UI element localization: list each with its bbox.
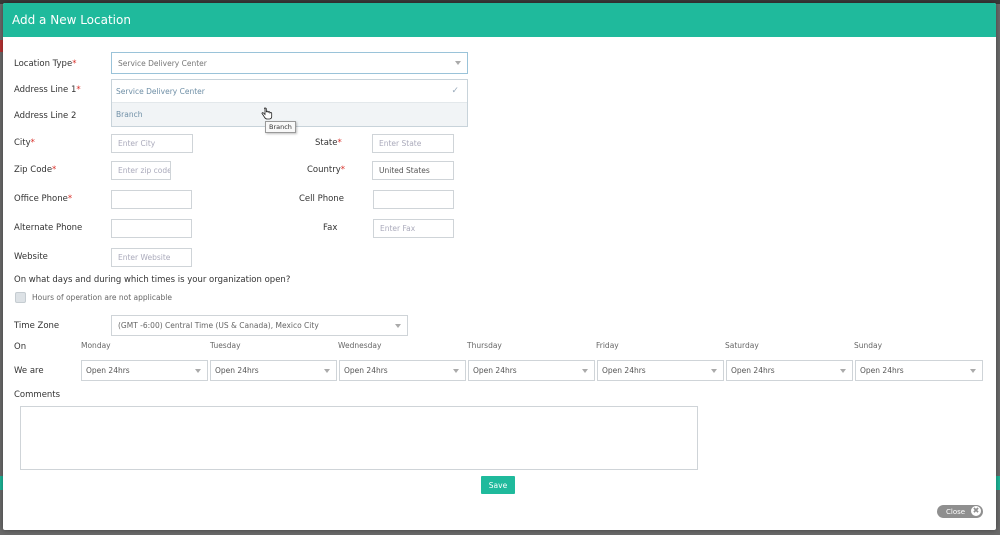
option-label: Service Delivery Center [116, 86, 205, 96]
close-icon: ✖ [971, 506, 981, 516]
hours-not-applicable-checkbox[interactable] [15, 292, 26, 303]
hours-value: Open 24hrs [473, 366, 517, 375]
zip-code-input[interactable]: Enter zip code [111, 161, 171, 180]
time-zone-select[interactable]: (GMT -6:00) Central Time (US & Canada), … [111, 315, 408, 336]
state-label: State* [315, 138, 342, 148]
hours-value: Open 24hrs [860, 366, 904, 375]
day-label-sunday: Sunday [854, 341, 883, 350]
hours-value: Open 24hrs [86, 366, 130, 375]
modal-header: Add a New Location [3, 3, 996, 37]
country-input[interactable]: United States [372, 161, 454, 180]
state-input[interactable]: Enter State [372, 134, 454, 153]
city-input[interactable]: Enter City [111, 134, 193, 153]
hours-value: Open 24hrs [731, 366, 775, 375]
hours-value: Open 24hrs [344, 366, 388, 375]
fax-label: Fax [323, 223, 338, 233]
alternate-phone-input[interactable] [111, 219, 192, 238]
hours-value: Open 24hrs [215, 366, 259, 375]
hours-question: On what days and during which times is y… [14, 275, 291, 285]
day-label-wednesday: Wednesday [338, 341, 382, 350]
location-type-label: Location Type* [14, 59, 77, 69]
close-label: Close [946, 507, 966, 516]
country-label: Country* [307, 165, 346, 175]
location-type-select[interactable]: Service Delivery Center [111, 52, 468, 74]
background-accent [996, 476, 1000, 490]
day-label-tuesday: Tuesday [210, 341, 241, 350]
hours-value: Open 24hrs [602, 366, 646, 375]
city-label: City* [14, 138, 35, 148]
modal-title: Add a New Location [12, 13, 131, 27]
check-icon: ✓ [451, 86, 459, 96]
hours-select-thursday[interactable]: Open 24hrs [468, 360, 595, 381]
hours-select-friday[interactable]: Open 24hrs [597, 360, 724, 381]
save-button[interactable]: Save [481, 476, 515, 494]
day-label-saturday: Saturday [725, 341, 759, 350]
chevron-down-icon [395, 323, 401, 328]
time-zone-value: (GMT -6:00) Central Time (US & Canada), … [118, 321, 319, 330]
cell-phone-input[interactable] [373, 190, 454, 209]
hours-select-sunday[interactable]: Open 24hrs [855, 360, 983, 381]
office-phone-input[interactable] [111, 190, 192, 209]
location-type-dropdown: Service Delivery Center ✓ Branch [111, 79, 468, 127]
chevron-down-icon [195, 368, 201, 373]
location-type-value: Service Delivery Center [118, 58, 207, 68]
cell-phone-label: Cell Phone [299, 194, 344, 204]
hand-cursor-icon [261, 107, 273, 120]
day-label-monday: Monday [81, 341, 111, 350]
office-phone-label: Office Phone* [14, 194, 73, 204]
alternate-phone-label: Alternate Phone [14, 223, 83, 233]
hours-select-saturday[interactable]: Open 24hrs [726, 360, 853, 381]
on-label: On [14, 342, 27, 352]
address-line-1-label: Address Line 1* [14, 85, 81, 95]
hours-select-monday[interactable]: Open 24hrs [81, 360, 208, 381]
hours-select-wednesday[interactable]: Open 24hrs [339, 360, 466, 381]
hours-select-tuesday[interactable]: Open 24hrs [210, 360, 337, 381]
tooltip: Branch [265, 121, 296, 133]
close-button[interactable]: Close ✖ [937, 505, 983, 518]
option-service-delivery-center[interactable]: Service Delivery Center ✓ [112, 80, 467, 103]
fax-input[interactable]: Enter Fax [373, 219, 454, 238]
address-line-2-label: Address Line 2 [14, 111, 77, 121]
website-input[interactable]: Enter Website [111, 248, 192, 267]
zip-code-label: Zip Code* [14, 165, 57, 175]
website-label: Website [14, 252, 48, 262]
chevron-down-icon [582, 368, 588, 373]
option-label: Branch [116, 110, 143, 119]
chevron-down-icon [840, 368, 846, 373]
chevron-down-icon [970, 368, 976, 373]
chevron-down-icon [711, 368, 717, 373]
time-zone-label: Time Zone [14, 321, 60, 331]
comments-textarea[interactable] [20, 406, 698, 470]
add-location-modal: Add a New Location Location Type* Servic… [3, 3, 996, 530]
chevron-down-icon [455, 61, 461, 65]
day-label-friday: Friday [596, 341, 619, 350]
chevron-down-icon [324, 368, 330, 373]
chevron-down-icon [453, 368, 459, 373]
comments-label: Comments [14, 390, 61, 400]
we-are-label: We are [14, 366, 44, 376]
hours-not-applicable-label: Hours of operation are not applicable [32, 293, 173, 302]
day-label-thursday: Thursday [467, 341, 502, 350]
